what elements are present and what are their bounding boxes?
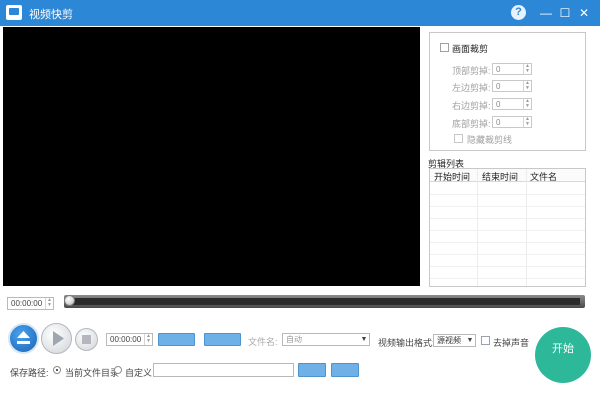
spin-arrows-icon[interactable]: ▲ ▼ <box>523 64 531 74</box>
grid-divider <box>430 266 585 267</box>
open-folder-button[interactable] <box>331 363 359 377</box>
spin-arrows-icon[interactable]: ▲ ▼ <box>523 117 531 127</box>
grid-divider <box>430 230 585 231</box>
app-icon <box>6 5 22 20</box>
start-button-label: 开始 <box>552 343 574 355</box>
crop-right-input[interactable]: 0 ▲ ▼ <box>492 98 532 110</box>
column-start-time[interactable]: 开始时间 <box>434 170 470 183</box>
close-button[interactable]: ✕ <box>575 4 593 22</box>
filename-select[interactable]: 自动 ▼ <box>282 333 370 346</box>
crop-panel: 画面裁剪 顶部剪掉: 0 ▲ ▼ 左边剪掉: 0 ▲ ▼ 右边剪掉: 0 ▲ ▼ 底部… <box>429 32 586 151</box>
spin-arrows-icon[interactable]: ▲ ▼ <box>523 81 531 91</box>
crop-left-value: 0 <box>496 82 501 91</box>
hide-crop-line-label: 隐藏裁剪线 <box>467 135 513 145</box>
radio-current-dir[interactable] <box>53 366 61 374</box>
crop-top-value: 0 <box>496 65 501 74</box>
grid-divider <box>526 169 527 286</box>
crop-checkbox[interactable] <box>440 43 449 52</box>
cut-button[interactable] <box>8 323 39 354</box>
minimize-button[interactable]: — <box>537 4 555 22</box>
grid-divider <box>430 242 585 243</box>
current-time-value: 00:00:00 <box>11 299 43 308</box>
crop-right-label: 右边剪掉: <box>452 101 491 111</box>
cut-marker-icon <box>17 331 30 344</box>
crop-right-value: 0 <box>496 100 501 109</box>
video-preview[interactable] <box>3 27 420 286</box>
stop-icon <box>82 335 91 344</box>
grid-divider <box>477 169 478 286</box>
play-icon <box>53 331 64 346</box>
title-bar: 视频快剪 ? — ☐ ✕ <box>0 0 600 26</box>
radio-custom-dir-label: 自定义 <box>125 368 153 378</box>
maximize-button[interactable]: ☐ <box>556 4 574 22</box>
save-path-label: 保存路径: <box>10 368 49 378</box>
spin-arrows-icon[interactable]: ▲ ▼ <box>523 99 531 109</box>
mute-checkbox[interactable] <box>481 336 490 345</box>
timeline-thumb[interactable] <box>64 295 75 306</box>
crop-left-input[interactable]: 0 ▲ ▼ <box>492 80 532 92</box>
cut-list-table[interactable]: 开始时间 结束时间 文件名 <box>429 168 586 287</box>
filename-value: 自动 <box>286 335 302 344</box>
filename-label: 文件名: <box>248 337 278 347</box>
mute-label: 去掉声音 <box>493 338 530 348</box>
current-time-field[interactable]: 00:00:00 ▲ ▼ <box>7 297 54 310</box>
grid-divider <box>430 278 585 279</box>
browse-button[interactable] <box>298 363 326 377</box>
grid-divider <box>430 218 585 219</box>
crop-bottom-value: 0 <box>496 118 501 127</box>
column-filename[interactable]: 文件名 <box>530 170 557 183</box>
set-start-button[interactable] <box>158 333 195 346</box>
clip-time-field[interactable]: 00:00:00 ▲ ▼ <box>106 333 153 346</box>
timeline-slider[interactable] <box>64 295 585 308</box>
play-button[interactable] <box>41 323 72 354</box>
column-end-time[interactable]: 结束时间 <box>482 170 518 183</box>
chevron-down-icon: ▼ <box>360 336 368 343</box>
crop-top-input[interactable]: 0 ▲ ▼ <box>492 63 532 75</box>
grid-divider <box>430 254 585 255</box>
timeline-groove <box>72 298 580 305</box>
hide-crop-line-checkbox[interactable] <box>454 134 463 143</box>
grid-divider <box>430 194 585 195</box>
output-format-select[interactable]: 源视频 ▼ <box>433 334 476 347</box>
output-format-value: 源视频 <box>437 336 461 345</box>
start-button[interactable]: 开始 <box>535 327 591 383</box>
grid-divider <box>430 206 585 207</box>
chevron-down-icon: ▼ <box>466 337 474 344</box>
clip-time-value: 00:00:00 <box>110 335 142 344</box>
spin-arrows-icon[interactable]: ▲ ▼ <box>144 334 152 345</box>
crop-bottom-label: 底部剪掉: <box>452 119 491 129</box>
crop-bottom-input[interactable]: 0 ▲ ▼ <box>492 116 532 128</box>
cut-list-header: 开始时间 结束时间 文件名 <box>430 169 585 183</box>
crop-left-label: 左边剪掉: <box>452 83 491 93</box>
help-button[interactable]: ? <box>511 5 526 20</box>
set-end-button[interactable] <box>204 333 241 346</box>
radio-custom-dir[interactable] <box>114 366 122 374</box>
spin-arrows-icon[interactable]: ▲ ▼ <box>45 298 53 309</box>
crop-top-label: 顶部剪掉: <box>452 66 491 76</box>
window-title: 视频快剪 <box>29 9 73 21</box>
crop-checkbox-label: 画面裁剪 <box>452 44 489 54</box>
radio-current-dir-label: 当前文件目录 <box>65 368 120 378</box>
stop-button[interactable] <box>75 328 98 351</box>
output-format-label: 视频输出格式: <box>378 338 435 348</box>
save-path-input[interactable] <box>153 363 294 377</box>
